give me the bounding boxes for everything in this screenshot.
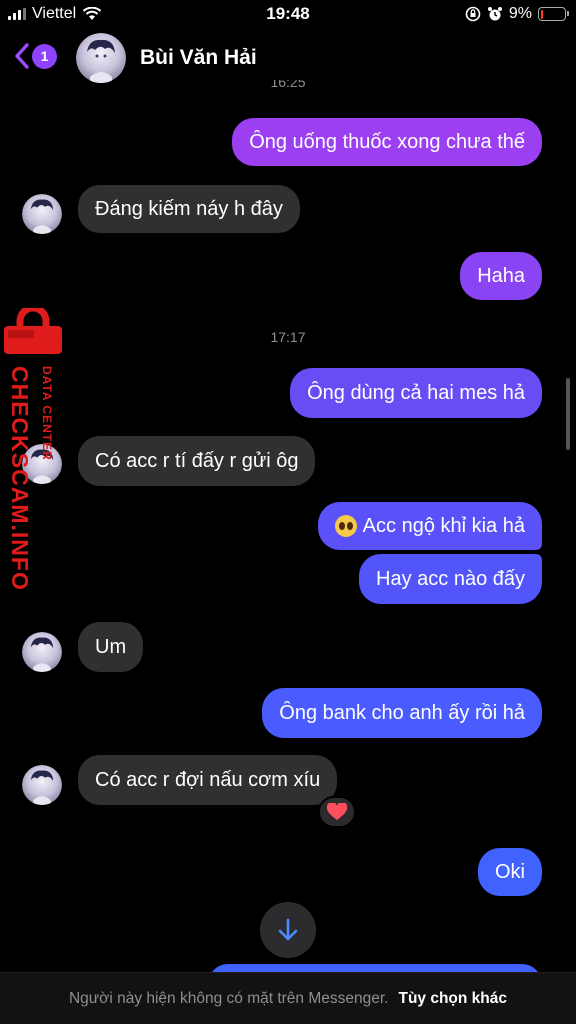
offline-notice: Người này hiện không có mặt trên Messeng… xyxy=(68,989,389,1007)
outgoing-message[interactable]: Oki xyxy=(478,848,542,896)
message-text: Oki xyxy=(495,861,525,883)
message-text: Acc ngộ khỉ kia hả xyxy=(362,515,525,537)
outgoing-message[interactable]: Ông uống thuốc xong chưa thế xyxy=(232,118,542,166)
outgoing-message[interactable]: Ông bank cho anh ấy rồi hả xyxy=(262,688,542,738)
chevron-left-icon xyxy=(15,43,29,69)
battery-icon xyxy=(538,7,569,21)
incoming-message[interactable]: Có acc r tí đấy r gửi ôg xyxy=(78,436,316,486)
message-text: Ông uống thuốc xong chưa thế xyxy=(249,131,525,153)
outgoing-message[interactable]: Hay acc nào đấy xyxy=(359,554,542,604)
watermark: DATA CENTER CHECKSCAM.INFO xyxy=(2,308,66,598)
message-text: Um xyxy=(95,636,127,658)
incoming-message[interactable]: Có acc r đợi nấu cơm xíu xyxy=(78,755,338,805)
more-options-link[interactable]: Tùy chọn khác xyxy=(398,990,507,1008)
footer-bar: Người này hiện không có mặt trên Messeng… xyxy=(0,972,576,1024)
scroll-to-bottom-button[interactable] xyxy=(260,902,316,958)
alarm-icon xyxy=(487,7,502,21)
timestamp-partial: 16:25 xyxy=(270,80,306,90)
watermark-subtitle: DATA CENTER xyxy=(40,366,54,461)
orientation-lock-icon xyxy=(465,6,481,22)
back-button[interactable]: 1 xyxy=(14,42,57,70)
message-text: Ông bank cho anh ấy rồi hả xyxy=(279,702,525,724)
lock-icon xyxy=(4,308,62,354)
contact-avatar-small[interactable] xyxy=(22,194,62,234)
message-reaction[interactable] xyxy=(318,796,356,828)
incoming-message[interactable]: Đáng kiếm náy h đây xyxy=(78,185,300,233)
pleading-face-emoji xyxy=(334,515,357,537)
status-right: 9% xyxy=(465,5,569,23)
message-text: Haha xyxy=(477,265,525,287)
outgoing-message[interactable]: Ông dùng cả hai mes hả xyxy=(290,368,542,418)
unread-count-badge: 1 xyxy=(32,43,57,69)
outgoing-message[interactable]: Haha xyxy=(460,252,542,300)
message-text: Có acc r tí đấy r gửi ôg xyxy=(95,450,299,472)
battery-percent: 9% xyxy=(508,5,532,22)
contact-avatar[interactable] xyxy=(76,33,126,83)
arrow-down-icon xyxy=(278,918,298,941)
incoming-message[interactable]: Um xyxy=(78,622,144,672)
status-bar: Viettel 19:48 9% xyxy=(0,0,576,30)
timestamp: 17:17 xyxy=(270,329,306,345)
outgoing-message[interactable]: Acc ngộ khỉ kia hả xyxy=(317,502,542,550)
watermark-title: CHECKSCAM.INFO xyxy=(7,366,33,591)
battery-level xyxy=(540,9,543,19)
message-text: Hay acc nào đấy xyxy=(376,568,525,590)
heart-icon xyxy=(327,803,347,820)
scrollbar[interactable] xyxy=(566,378,570,450)
message-text: Có acc r đợi nấu cơm xíu xyxy=(95,769,321,791)
contact-name[interactable]: Bùi Văn Hải xyxy=(140,46,257,70)
message-text: Ông dùng cả hai mes hả xyxy=(307,382,525,404)
message-text: Đáng kiếm náy h đây xyxy=(95,198,283,220)
contact-avatar-small[interactable] xyxy=(22,632,62,672)
contact-avatar-small[interactable] xyxy=(22,765,62,805)
